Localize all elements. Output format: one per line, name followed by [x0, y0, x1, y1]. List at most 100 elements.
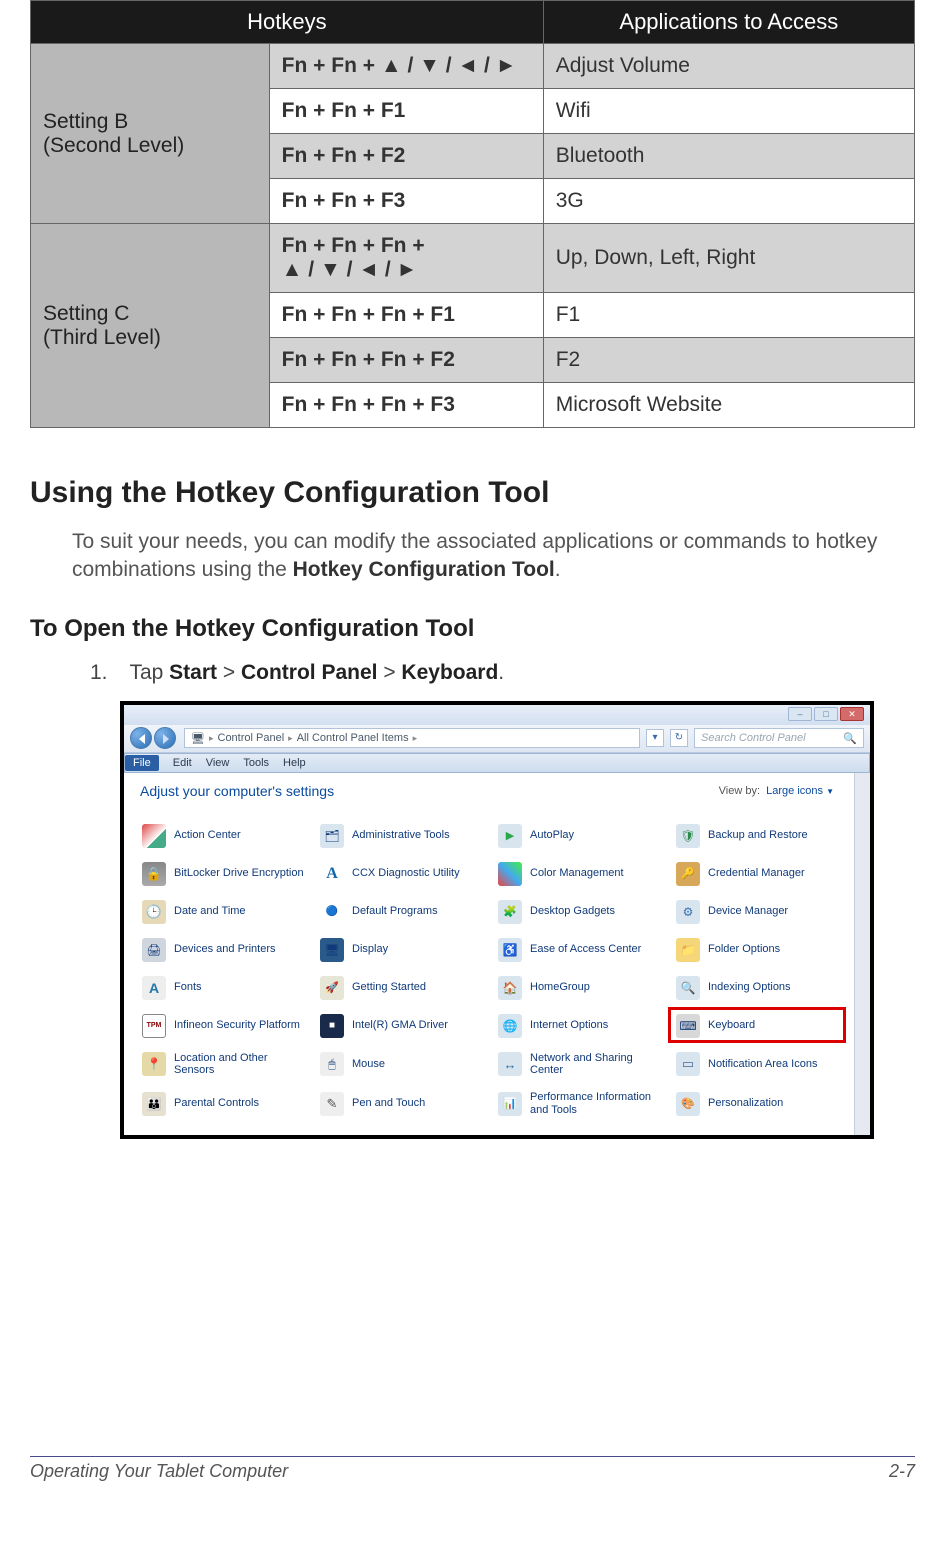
nav-back-button[interactable]	[130, 727, 152, 749]
footer-rule	[30, 1456, 915, 1457]
control-panel-item[interactable]: Administrative Tools	[316, 819, 488, 853]
print-icon	[142, 938, 166, 962]
menu-tools[interactable]: Tools	[243, 757, 269, 769]
parent-icon	[142, 1092, 166, 1116]
minimize-button[interactable]: –	[788, 707, 812, 721]
scrollbar-vertical[interactable]	[854, 773, 870, 1136]
control-panel-item[interactable]: Ease of Access Center	[494, 933, 666, 967]
control-panel-item[interactable]: Action Center	[138, 819, 310, 853]
control-panel-item[interactable]: Fonts	[138, 971, 310, 1005]
table-app-cell: Wifi	[543, 89, 914, 134]
control-panel-item[interactable]: Notification Area Icons	[672, 1047, 844, 1082]
menu-edit[interactable]: Edit	[173, 757, 192, 769]
close-button[interactable]: ✕	[840, 707, 864, 721]
maximize-button[interactable]: □	[814, 707, 838, 721]
control-panel-item-label: Internet Options	[530, 1019, 608, 1032]
table-app-cell: F1	[543, 293, 914, 338]
control-panel-item[interactable]: Default Programs	[316, 895, 488, 929]
table-hotkey-cell: Fn + Fn + ▲ / ▼ / ◄ / ►	[269, 44, 543, 89]
breadcrumb-item-1[interactable]: All Control Panel Items	[297, 732, 409, 744]
control-panel-item-label: Devices and Printers	[174, 943, 276, 956]
control-panel-item-label: Color Management	[530, 867, 624, 880]
control-panel-item[interactable]: Devices and Printers	[138, 933, 310, 967]
control-panel-item[interactable]: Infineon Security Platform	[138, 1009, 310, 1043]
view-by-control[interactable]: View by: Large icons ▼	[719, 785, 834, 797]
control-panel-item-label: Keyboard	[708, 1019, 755, 1032]
control-panel-item[interactable]: Display	[316, 933, 488, 967]
control-panel-item[interactable]: Date and Time	[138, 895, 310, 929]
control-panel-item-label: Backup and Restore	[708, 829, 808, 842]
table-app-cell: Adjust Volume	[543, 44, 914, 89]
control-panel-item[interactable]: Keyboard	[672, 1009, 844, 1043]
control-panel-item[interactable]: HomeGroup	[494, 971, 666, 1005]
auto-icon	[498, 824, 522, 848]
address-bar: 🖥 ▸ Control Panel ▸ All Control Panel It…	[124, 725, 870, 753]
table-hotkey-cell: Fn + Fn + F1	[269, 89, 543, 134]
nav-forward-button[interactable]	[154, 727, 176, 749]
control-panel-item[interactable]: Indexing Options	[672, 971, 844, 1005]
control-panel-item[interactable]: Desktop Gadgets	[494, 895, 666, 929]
devmgr-icon	[676, 900, 700, 924]
control-panel-item-label: Device Manager	[708, 905, 788, 918]
control-panel-item[interactable]: BitLocker Drive Encryption	[138, 857, 310, 891]
search-input[interactable]: Search Control Panel 🔍	[694, 728, 864, 748]
control-panel-item[interactable]: Intel(R) GMA Driver	[316, 1009, 488, 1043]
control-panel-item[interactable]: Internet Options	[494, 1009, 666, 1043]
control-panel-item-label: AutoPlay	[530, 829, 574, 842]
control-panel-item[interactable]: Color Management	[494, 857, 666, 891]
table-app-cell: Up, Down, Left, Right	[543, 224, 914, 293]
perf-icon	[498, 1092, 522, 1116]
inet-icon	[498, 1014, 522, 1038]
table-hotkey-cell: Fn + Fn + F3	[269, 179, 543, 224]
view-by-label: View by:	[719, 785, 760, 797]
breadcrumb-dropdown-button[interactable]: ▾	[646, 729, 664, 747]
intel-icon	[320, 1014, 344, 1038]
control-panel-item[interactable]: AutoPlay	[494, 819, 666, 853]
kbd-icon	[676, 1014, 700, 1038]
table-app-cell: F2	[543, 338, 914, 383]
menu-file[interactable]: File	[125, 755, 159, 771]
control-panel-item[interactable]: Folder Options	[672, 933, 844, 967]
control-panel-item[interactable]: Network and Sharing Center	[494, 1047, 666, 1082]
control-panel-item[interactable]: Pen and Touch	[316, 1086, 488, 1121]
control-panel-item-label: Parental Controls	[174, 1097, 259, 1110]
menu-view[interactable]: View	[206, 757, 230, 769]
lock-icon	[142, 862, 166, 886]
control-panel-item-label: Indexing Options	[708, 981, 791, 994]
control-panel-item[interactable]: Backup and Restore	[672, 819, 844, 853]
gadget-icon	[498, 900, 522, 924]
table-hotkey-cell: Fn + Fn + Fn + ▲ / ▼ / ◄ / ►	[269, 224, 543, 293]
display-icon	[320, 938, 344, 962]
step-1: 1. Tap Start > Control Panel > Keyboard.	[90, 661, 915, 685]
control-panel-item[interactable]: Location and Other Sensors	[138, 1047, 310, 1082]
control-panel-item[interactable]: CCX Diagnostic Utility	[316, 857, 488, 891]
control-panel-item-label: Pen and Touch	[352, 1097, 425, 1110]
control-panel-item[interactable]: Getting Started	[316, 971, 488, 1005]
para-post: .	[555, 558, 561, 581]
control-panel-item-label: HomeGroup	[530, 981, 590, 994]
control-panel-item[interactable]: Credential Manager	[672, 857, 844, 891]
control-panel-item-label: Fonts	[174, 981, 202, 994]
control-panel-item[interactable]: Device Manager	[672, 895, 844, 929]
control-panel-item[interactable]: Personalization	[672, 1086, 844, 1121]
pen-icon	[320, 1092, 344, 1116]
control-panel-item-label: Personalization	[708, 1097, 783, 1110]
table-hotkey-cell: Fn + Fn + Fn + F3	[269, 383, 543, 428]
window-titlebar: – □ ✕	[124, 705, 870, 725]
control-panel-item[interactable]: Performance Information and Tools	[494, 1086, 666, 1121]
section-paragraph: To suit your needs, you can modify the a…	[72, 528, 915, 585]
control-panel-item-label: Intel(R) GMA Driver	[352, 1019, 448, 1032]
step-b1: Start	[169, 661, 217, 684]
menu-help[interactable]: Help	[283, 757, 306, 769]
control-panel-item-label: Desktop Gadgets	[530, 905, 615, 918]
cred-icon	[676, 862, 700, 886]
control-panel-item[interactable]: Mouse	[316, 1047, 488, 1082]
search-placeholder: Search Control Panel	[701, 732, 806, 744]
breadcrumb-item-0[interactable]: Control Panel	[218, 732, 285, 744]
breadcrumb[interactable]: 🖥 ▸ Control Panel ▸ All Control Panel It…	[184, 728, 640, 748]
control-panel-item-label: Location and Other Sensors	[174, 1052, 306, 1077]
control-panel-item-label: Administrative Tools	[352, 829, 450, 842]
control-panel-item[interactable]: Parental Controls	[138, 1086, 310, 1121]
control-panel-item-label: Credential Manager	[708, 867, 805, 880]
refresh-button[interactable]: ↻	[670, 729, 688, 747]
